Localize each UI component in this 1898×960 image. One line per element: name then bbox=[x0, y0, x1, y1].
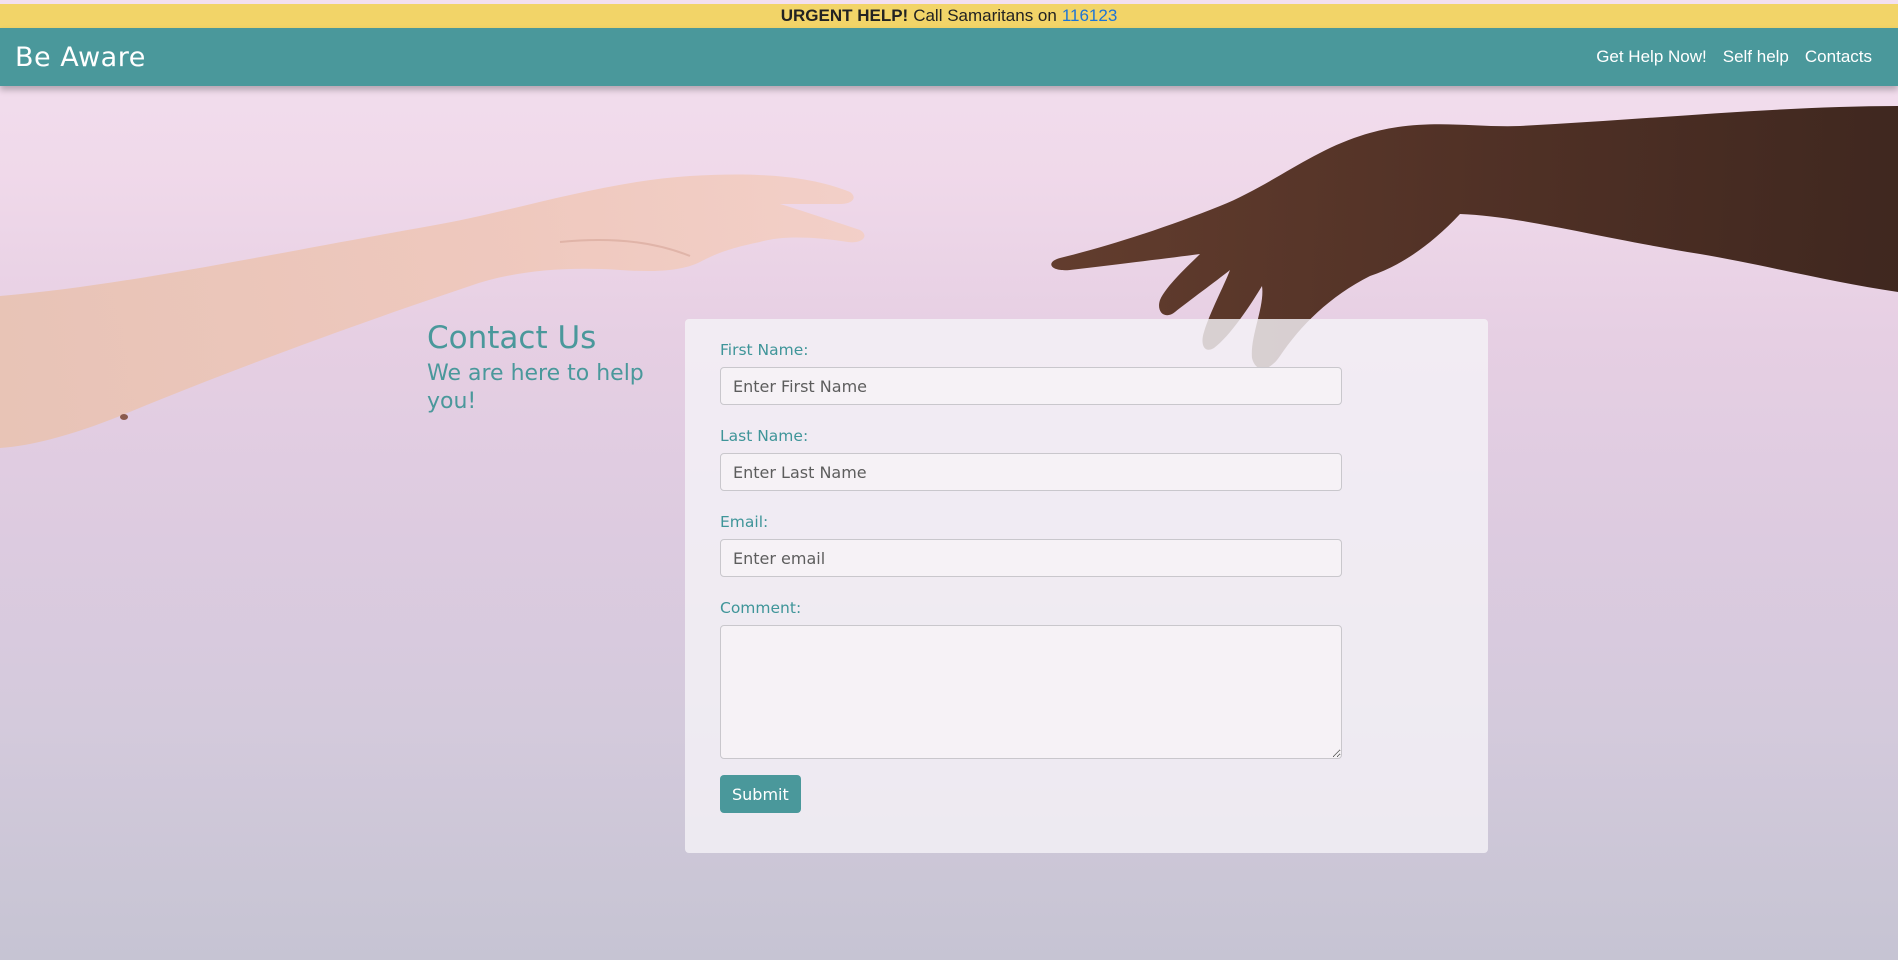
first-name-input[interactable] bbox=[720, 367, 1342, 405]
nav-get-help-now[interactable]: Get Help Now! bbox=[1596, 47, 1707, 67]
urgent-help-banner: URGENT HELP! Call Samaritans on 116123 bbox=[0, 4, 1898, 28]
nav-self-help[interactable]: Self help bbox=[1723, 47, 1789, 67]
brand-logo[interactable]: Be Aware bbox=[15, 42, 146, 73]
contact-heading-block: Contact Us We are here to help you! bbox=[427, 318, 657, 416]
page-subtitle: We are here to help you! bbox=[427, 361, 644, 414]
page-title: Contact Us bbox=[427, 320, 597, 356]
main-navbar: Be Aware Get Help Now! Self help Contact… bbox=[0, 28, 1898, 86]
nav-contacts[interactable]: Contacts bbox=[1805, 47, 1872, 67]
comment-textarea[interactable] bbox=[720, 625, 1342, 759]
urgent-label: URGENT HELP! bbox=[780, 6, 909, 25]
first-name-label: First Name: bbox=[720, 341, 809, 359]
samaritans-phone-link[interactable]: 116123 bbox=[1062, 6, 1117, 26]
banner-message: Call Samaritans on bbox=[913, 6, 1057, 25]
contact-form: First Name: Last Name: Email: Comment: S… bbox=[685, 319, 1488, 853]
nav-links: Get Help Now! Self help Contacts bbox=[1596, 47, 1872, 67]
email-label: Email: bbox=[720, 513, 769, 531]
last-name-input[interactable] bbox=[720, 453, 1342, 491]
comment-label: Comment: bbox=[720, 599, 802, 617]
submit-button[interactable]: Submit bbox=[720, 775, 801, 813]
email-input[interactable] bbox=[720, 539, 1342, 577]
last-name-label: Last Name: bbox=[720, 427, 809, 445]
